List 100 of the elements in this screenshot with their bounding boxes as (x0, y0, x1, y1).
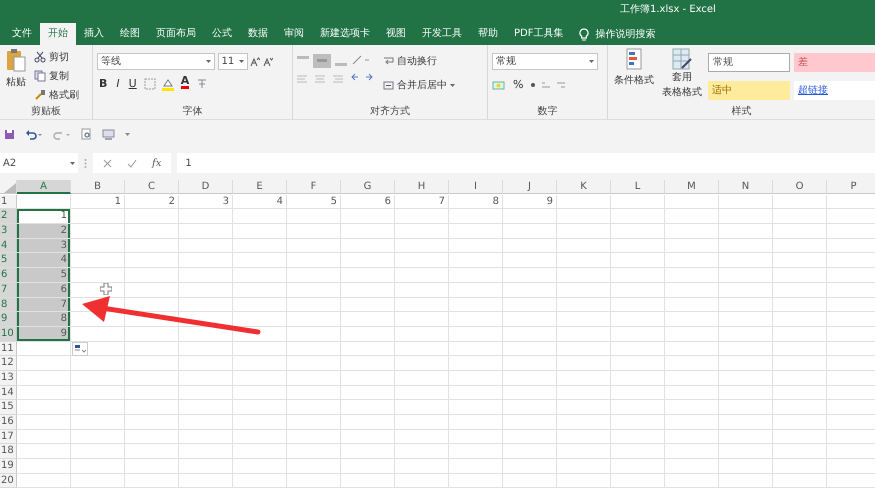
borders-icon[interactable] (144, 78, 156, 90)
comma-style-icon[interactable] (530, 80, 536, 90)
row-header[interactable]: 12 (0, 356, 17, 371)
decrease-decimal-icon[interactable] (556, 80, 566, 90)
ribbon-tab[interactable]: 数据 (240, 23, 276, 45)
column-header[interactable]: B (71, 180, 125, 194)
row-header[interactable]: 3 (0, 224, 17, 239)
column-header[interactable]: P (827, 180, 875, 194)
decrease-font-icon[interactable] (262, 56, 272, 66)
column-header[interactable]: H (395, 180, 449, 194)
table-cell (125, 474, 179, 488)
undo-icon[interactable] (25, 128, 43, 140)
column-header[interactable]: C (125, 180, 179, 194)
merge-center-button[interactable]: 合并后居中 (381, 76, 457, 94)
row-header[interactable]: 4 (0, 238, 17, 254)
wrap-text-button[interactable]: 自动换行 (381, 52, 457, 70)
row-header[interactable]: 1 (0, 194, 17, 210)
fill-color-icon[interactable] (160, 78, 174, 90)
formula-input[interactable]: 1 (177, 153, 875, 173)
gallery-style[interactable]: 常规 (708, 53, 790, 72)
row-header[interactable]: 10 (0, 326, 17, 342)
column-header[interactable]: O (773, 180, 827, 194)
row-header[interactable]: 7 (0, 282, 17, 298)
caret-icon[interactable] (125, 132, 130, 136)
column-header[interactable]: A (17, 180, 71, 194)
row-header[interactable]: 19 (0, 459, 17, 474)
font-name-field[interactable]: 等线 (97, 53, 215, 70)
table-cell (233, 370, 287, 386)
ribbon-tab[interactable]: 新建选项卡 (312, 23, 378, 45)
insert-function-button[interactable]: fx (152, 156, 162, 170)
column-header[interactable]: G (341, 180, 395, 194)
row-header[interactable]: 11 (0, 342, 17, 356)
number-format-field[interactable]: 常规 (492, 53, 598, 70)
row-header[interactable]: 20 (0, 474, 17, 488)
column-header[interactable]: J (503, 180, 557, 194)
column-header[interactable]: F (287, 180, 341, 194)
align-top-icon[interactable] (297, 54, 347, 68)
increase-decimal-icon[interactable] (541, 80, 552, 90)
ribbon-tab[interactable]: 帮助 (470, 23, 506, 45)
row-header[interactable]: 18 (0, 444, 17, 460)
row-header[interactable]: 6 (0, 268, 17, 283)
paste-button[interactable]: 粘贴 (4, 48, 28, 98)
column-header[interactable]: L (611, 180, 665, 194)
table-cell (233, 444, 287, 460)
font-size-field[interactable]: 11 (218, 53, 248, 70)
column-header[interactable]: E (233, 180, 287, 194)
tell-me-search[interactable]: 操作说明搜索 (579, 23, 656, 45)
screen-icon[interactable] (102, 128, 115, 140)
format-painter-button[interactable]: 格式刷 (32, 86, 81, 104)
cancel-icon[interactable] (103, 158, 112, 168)
ribbon-tab[interactable]: 开始 (40, 23, 76, 45)
cut-button[interactable]: 剪切 (32, 48, 81, 66)
ribbon-tab[interactable]: 页面布局 (148, 23, 204, 45)
row-header[interactable]: 16 (0, 415, 17, 430)
increase-font-icon[interactable] (250, 56, 260, 66)
ribbon-tab[interactable]: 视图 (378, 23, 414, 45)
column-header[interactable]: I (449, 180, 503, 194)
ribbon-tab[interactable]: 开发工具 (414, 23, 470, 45)
table-cell (665, 444, 719, 460)
phonetic-icon[interactable] (196, 78, 208, 90)
percent-button[interactable]: % (511, 76, 526, 94)
table-cell (125, 253, 179, 268)
format-as-table-button[interactable]: 套用 表格格式 (660, 48, 704, 104)
bold-button[interactable]: B (97, 75, 110, 93)
table-cell (611, 342, 665, 356)
underline-button[interactable]: U (126, 75, 139, 93)
conditional-formatting-button[interactable]: 条件格式 (612, 48, 656, 98)
italic-button[interactable]: I (114, 75, 122, 93)
row-header[interactable]: 15 (0, 400, 17, 415)
gallery-style[interactable]: 适中 (708, 81, 790, 100)
column-header[interactable]: K (557, 180, 611, 194)
row-header[interactable]: 14 (0, 386, 17, 400)
row-header[interactable]: 5 (0, 253, 17, 268)
table-cell (503, 342, 557, 356)
row-header[interactable]: 9 (0, 312, 17, 327)
print-preview-icon[interactable] (81, 128, 92, 140)
ribbon-tab[interactable]: PDF工具集 (506, 23, 572, 45)
row-header[interactable]: 13 (0, 370, 17, 386)
row-header[interactable]: 2 (0, 209, 17, 224)
row-header[interactable]: 17 (0, 430, 17, 444)
table-cell (665, 415, 719, 430)
ribbon-tab[interactable]: 审阅 (276, 23, 312, 45)
name-box[interactable]: A2 (0, 153, 78, 173)
row-header[interactable]: 8 (0, 298, 17, 312)
ribbon-tab[interactable]: 绘图 (112, 23, 148, 45)
currency-icon[interactable] (492, 80, 506, 90)
column-header[interactable]: M (665, 180, 719, 194)
font-color-button[interactable]: A (178, 75, 192, 93)
ribbon-tab[interactable]: 文件 (4, 23, 40, 45)
column-header[interactable]: N (719, 180, 773, 194)
ribbon-tab[interactable]: 插入 (76, 23, 112, 45)
save-icon[interactable] (4, 128, 15, 140)
orientation-icon[interactable] (351, 54, 371, 66)
column-header[interactable]: D (179, 180, 233, 194)
select-all-corner[interactable] (0, 180, 17, 194)
auto-fill-options-icon[interactable] (72, 342, 88, 356)
copy-button[interactable]: 复制 (32, 67, 81, 85)
ribbon-tab[interactable]: 公式 (204, 23, 240, 45)
enter-icon[interactable] (127, 158, 137, 168)
gallery-style[interactable]: 超链接 (794, 81, 875, 100)
